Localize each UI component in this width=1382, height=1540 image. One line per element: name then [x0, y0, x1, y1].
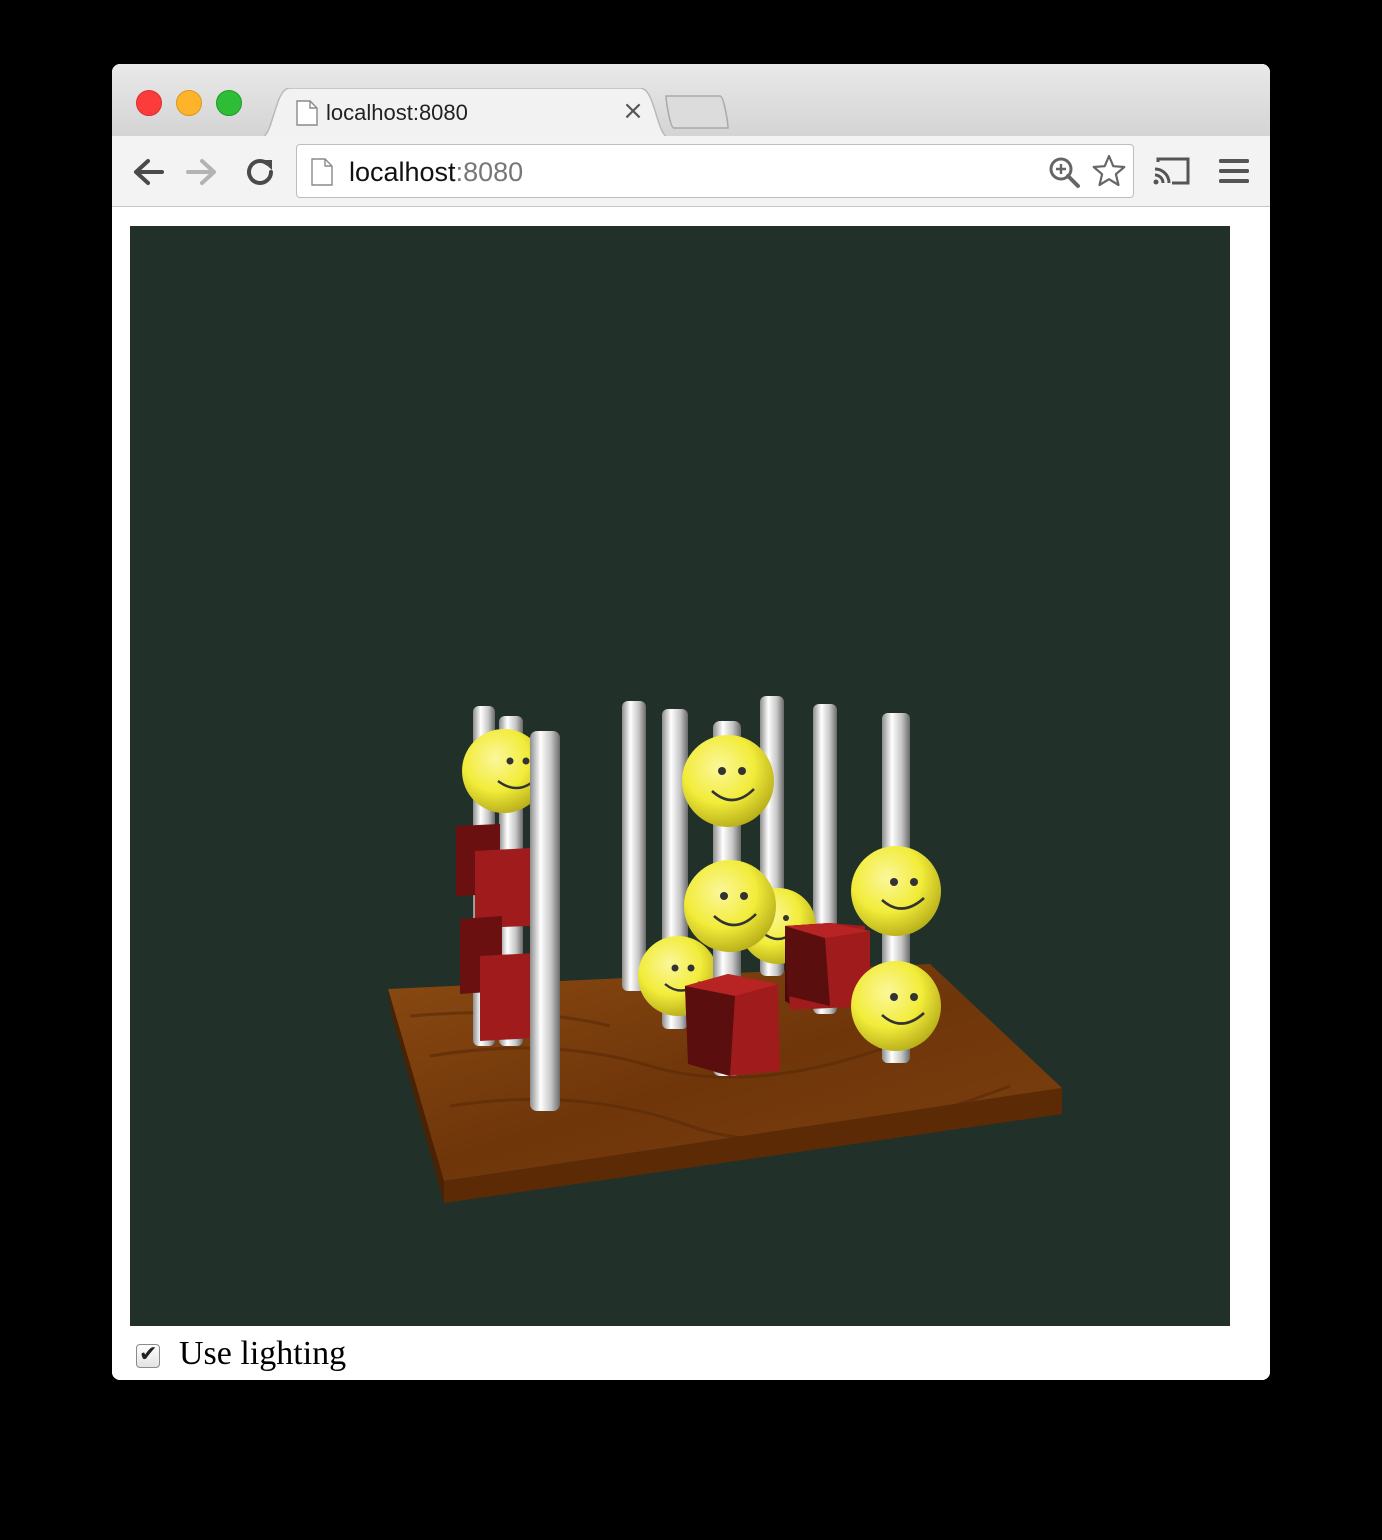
smiley-piece [684, 860, 776, 952]
forward-icon[interactable] [184, 154, 220, 190]
smiley-piece [682, 735, 774, 827]
maximize-window-button[interactable] [216, 90, 242, 116]
star-icon[interactable] [1091, 153, 1127, 189]
webgl-canvas[interactable] [130, 226, 1230, 1326]
minimize-window-button[interactable] [176, 90, 202, 116]
use-lighting-label[interactable]: Use lighting [179, 1335, 346, 1373]
tab-title: localhost:8080 [326, 100, 468, 125]
use-lighting-checkbox[interactable]: ✔ [136, 1342, 160, 1368]
tic-tac-toe-3d-scene [388, 696, 1062, 1203]
new-tab-button[interactable] [664, 94, 730, 130]
page-icon [311, 158, 333, 191]
smiley-piece [851, 846, 941, 936]
url-port: :8080 [455, 157, 524, 187]
reload-icon[interactable] [242, 154, 278, 190]
checkmark-icon: ✔ [139, 1342, 158, 1367]
url-host: localhost [349, 157, 456, 187]
url-text: localhost:8080 [349, 157, 523, 188]
page-content: ✔ Use lighting [112, 207, 1270, 1380]
menu-icon[interactable] [1218, 156, 1250, 186]
toolbar: localhost:8080 [112, 136, 1270, 207]
back-icon[interactable] [130, 154, 166, 190]
tab-strip: localhost:8080 × [112, 64, 1270, 138]
tab-close-icon[interactable]: × [620, 98, 646, 124]
browser-window: localhost:8080 × localhost:8080 ✔ Use li… [112, 64, 1270, 1380]
smiley-piece [851, 961, 941, 1051]
cast-icon[interactable] [1152, 156, 1192, 186]
close-window-button[interactable] [136, 90, 162, 116]
zoom-icon[interactable] [1047, 155, 1081, 189]
pole [530, 731, 560, 1111]
tab-active[interactable]: localhost:8080 × [260, 88, 670, 138]
address-bar[interactable]: localhost:8080 [296, 144, 1134, 198]
pole [622, 701, 646, 991]
